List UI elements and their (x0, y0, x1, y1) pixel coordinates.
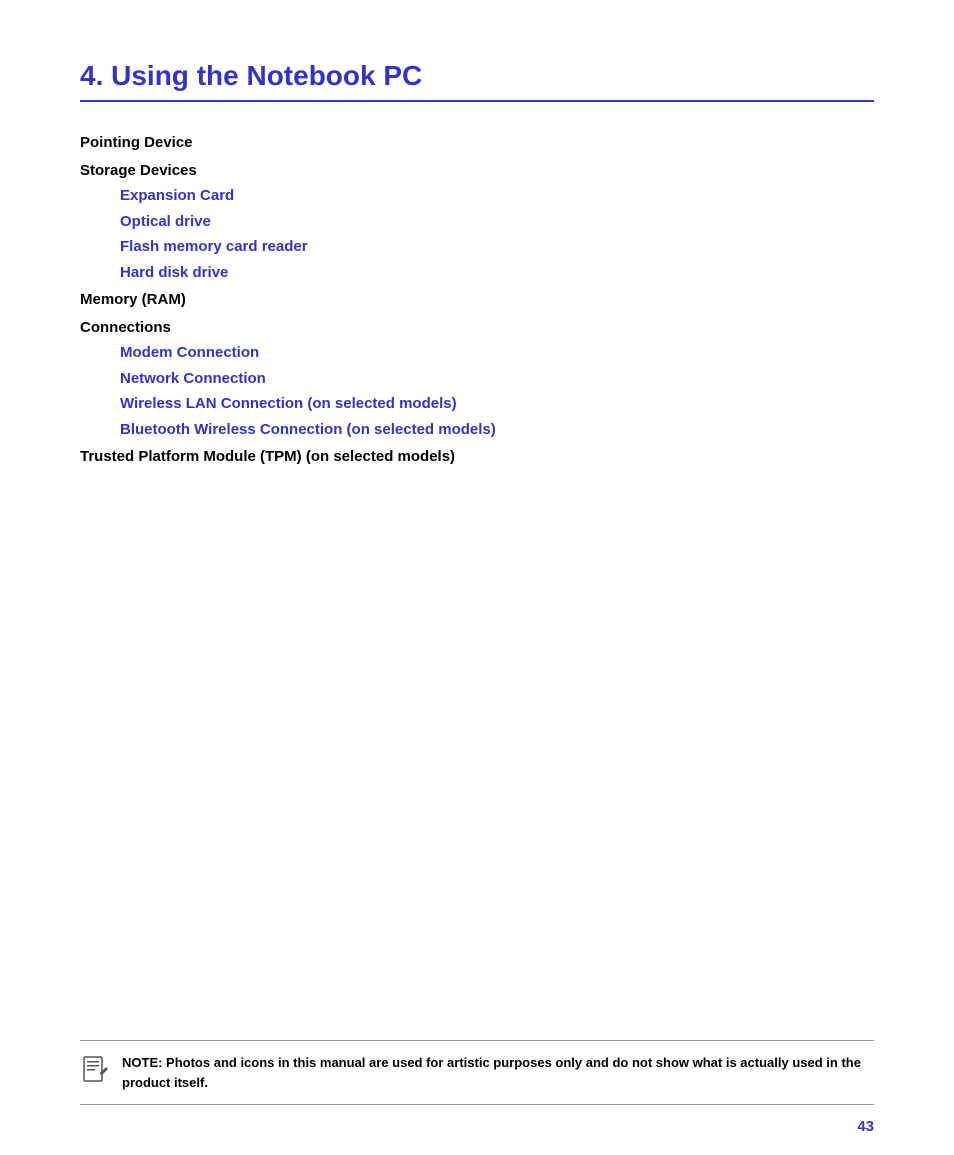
footer-note: NOTE: Photos and icons in this manual ar… (80, 1053, 874, 1092)
toc-item: Network Connection (80, 366, 874, 392)
page-number: 43 (857, 1118, 874, 1135)
chapter-title: 4. Using the Notebook PC (80, 60, 874, 92)
toc-item: Trusted Platform Module (TPM) (on select… (80, 444, 874, 470)
toc-item: Bluetooth Wireless Connection (on select… (80, 417, 874, 443)
title-underline (80, 100, 874, 102)
page-container: 4. Using the Notebook PC Pointing Device… (0, 0, 954, 1155)
toc-item: Optical drive (80, 209, 874, 235)
toc-item: Expansion Card (80, 183, 874, 209)
toc-item: Wireless LAN Connection (on selected mod… (80, 391, 874, 417)
toc-item: Flash memory card reader (80, 234, 874, 260)
toc-item: Modem Connection (80, 340, 874, 366)
toc-item: Pointing Device (80, 130, 874, 156)
footer-line-bottom (80, 1104, 874, 1105)
toc-item: Connections (80, 315, 874, 341)
toc-item: Hard disk drive (80, 260, 874, 286)
toc-item: Storage Devices (80, 158, 874, 184)
footer-line-top (80, 1040, 874, 1041)
toc-list: Pointing DeviceStorage DevicesExpansion … (80, 130, 874, 470)
note-icon (80, 1055, 110, 1085)
footer-area: NOTE: Photos and icons in this manual ar… (80, 1040, 874, 1105)
footer-note-text: NOTE: Photos and icons in this manual ar… (122, 1053, 874, 1092)
toc-item: Memory (RAM) (80, 287, 874, 313)
